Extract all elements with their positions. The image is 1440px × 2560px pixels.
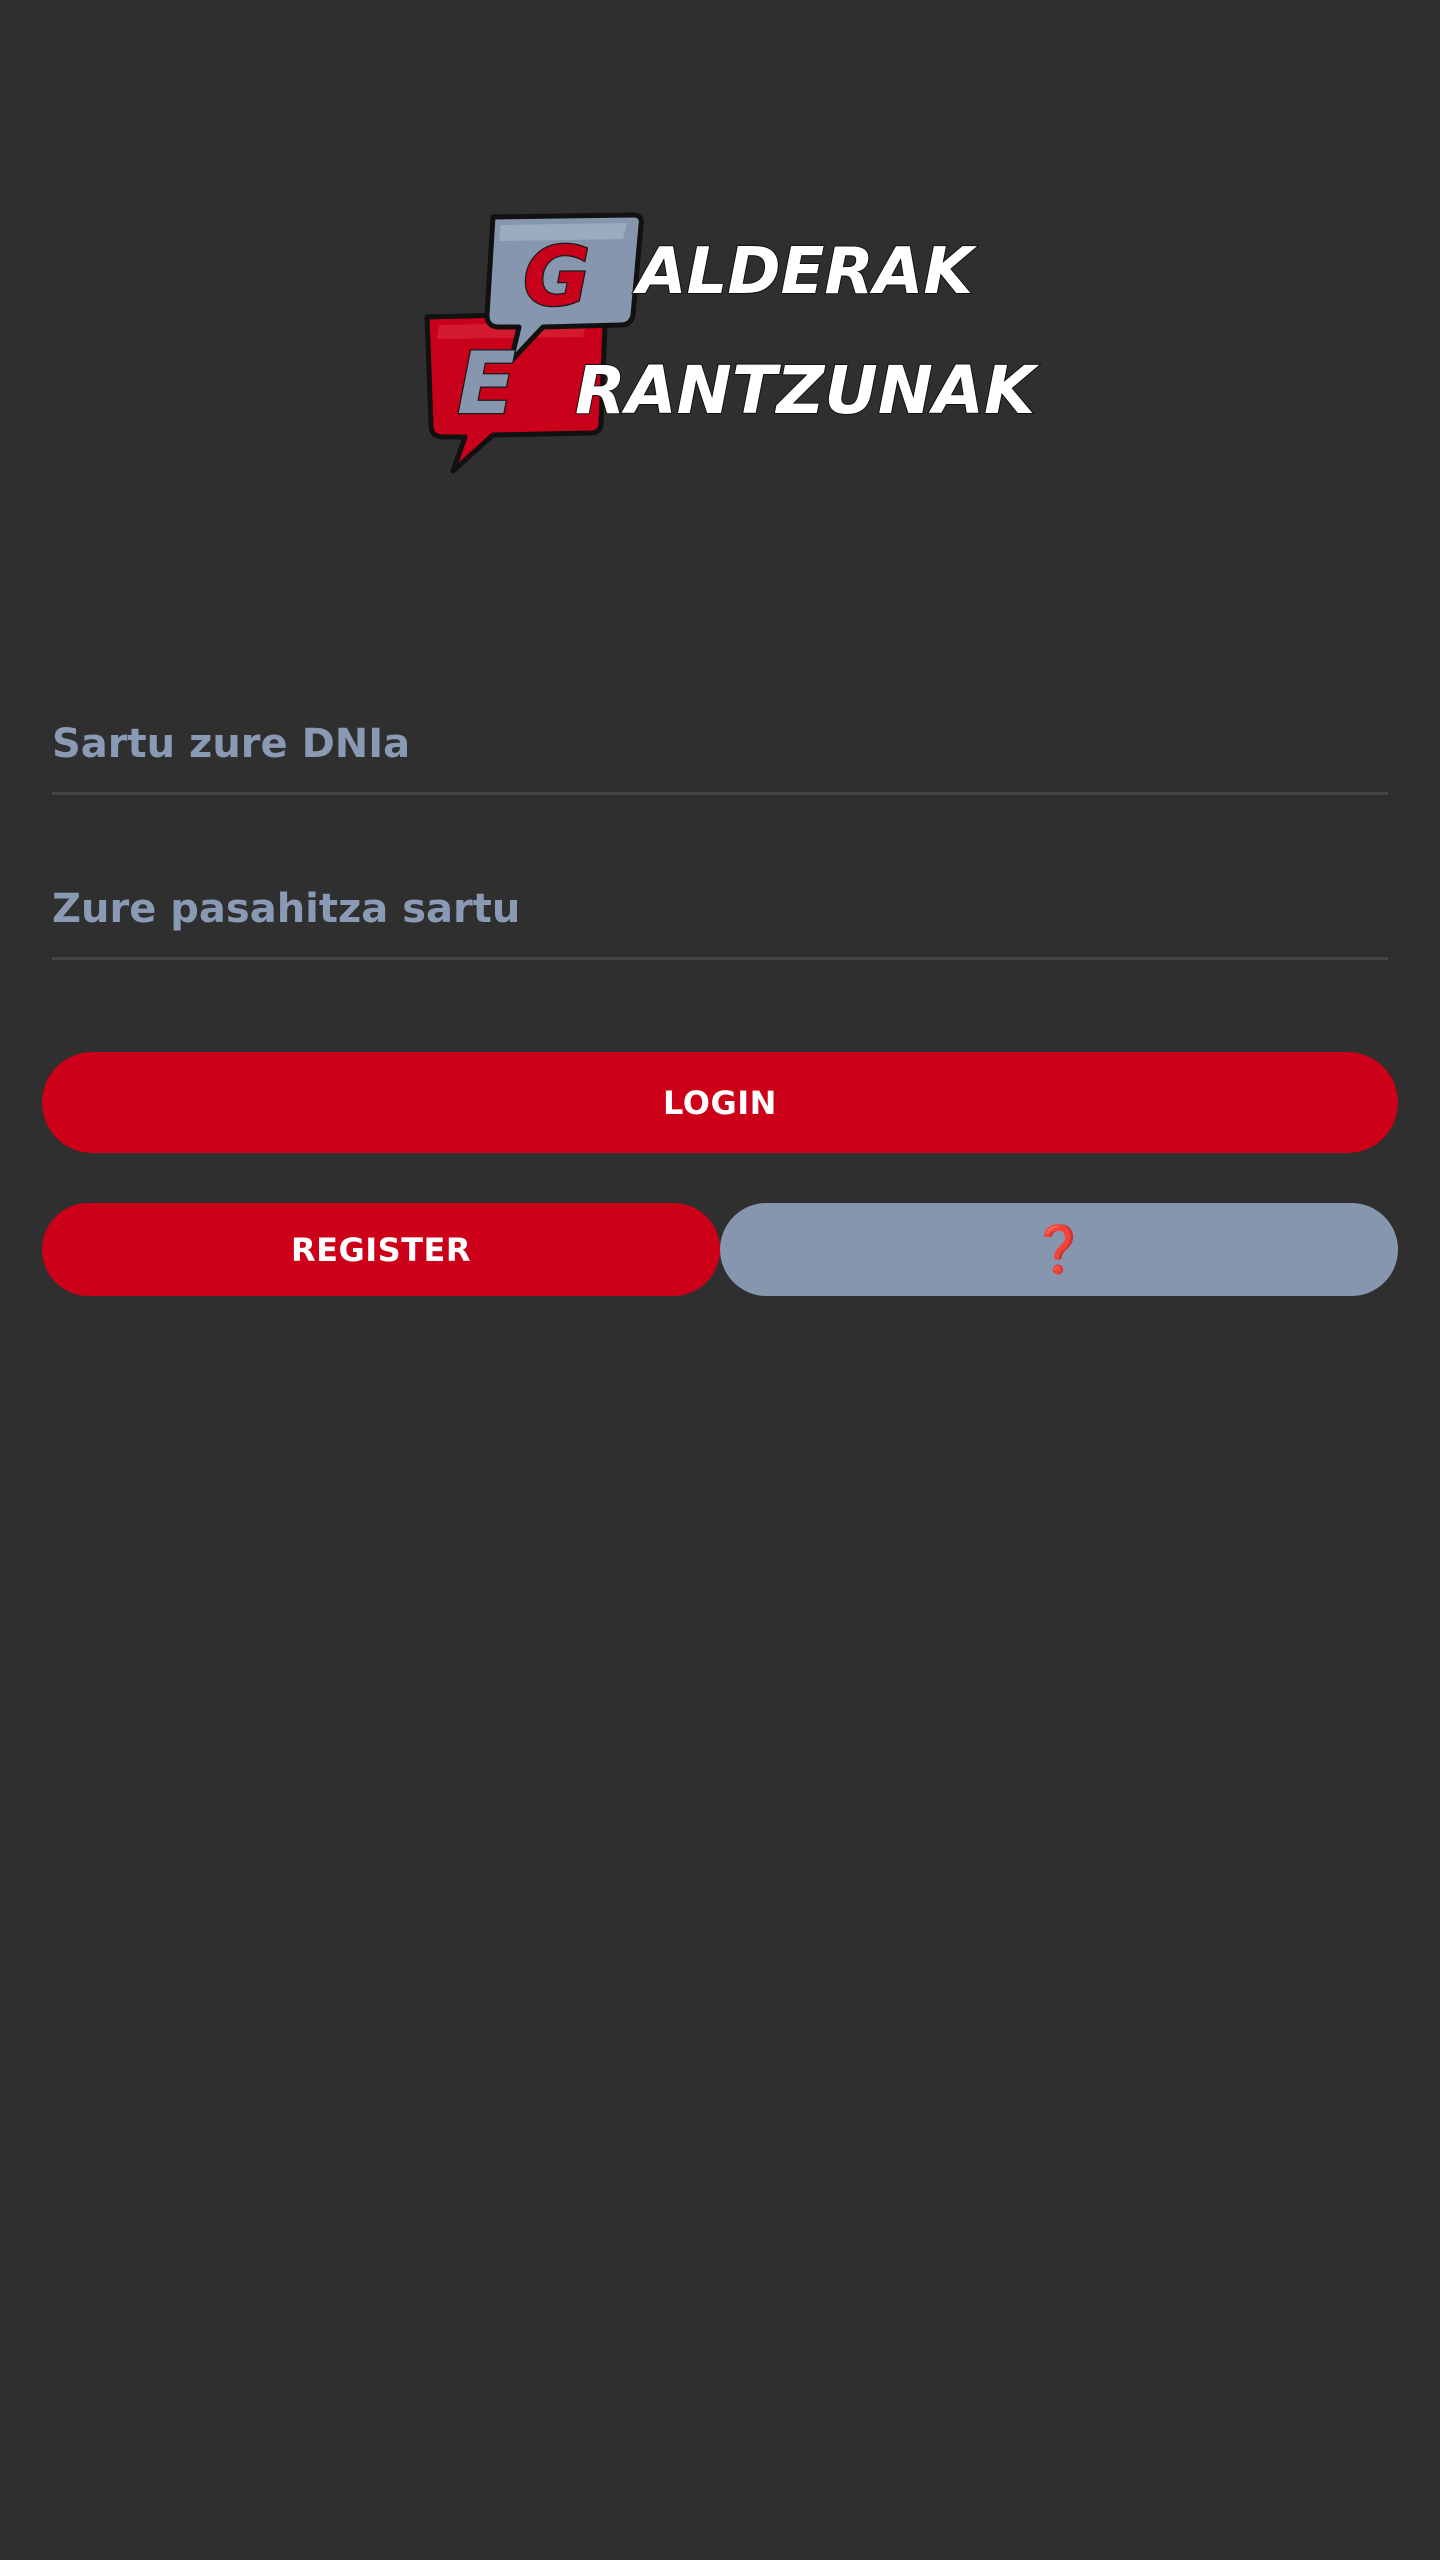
password-input[interactable] <box>52 860 1388 957</box>
password-field <box>52 860 1388 960</box>
dni-field <box>52 695 1388 795</box>
logo-line-1: ALDERAK <box>632 235 977 309</box>
register-button[interactable]: REGISTER <box>42 1203 720 1296</box>
app-logo: G E ALDERAK RANTZUNAK <box>415 205 1055 495</box>
logo-letter-e: E <box>457 334 516 434</box>
logo-line-2: RANTZUNAK <box>575 352 1040 429</box>
logo-graphic: G E ALDERAK RANTZUNAK <box>424 212 1041 474</box>
login-button[interactable]: LOGIN <box>42 1052 1398 1153</box>
dni-input[interactable] <box>52 695 1388 792</box>
login-screen: G E ALDERAK RANTZUNAK LOGIN REGISTER ❓ <box>0 0 1440 2560</box>
question-mark-icon: ❓ <box>1030 1222 1088 1276</box>
logo-letter-g: G <box>523 230 590 325</box>
help-button[interactable]: ❓ <box>720 1203 1398 1296</box>
